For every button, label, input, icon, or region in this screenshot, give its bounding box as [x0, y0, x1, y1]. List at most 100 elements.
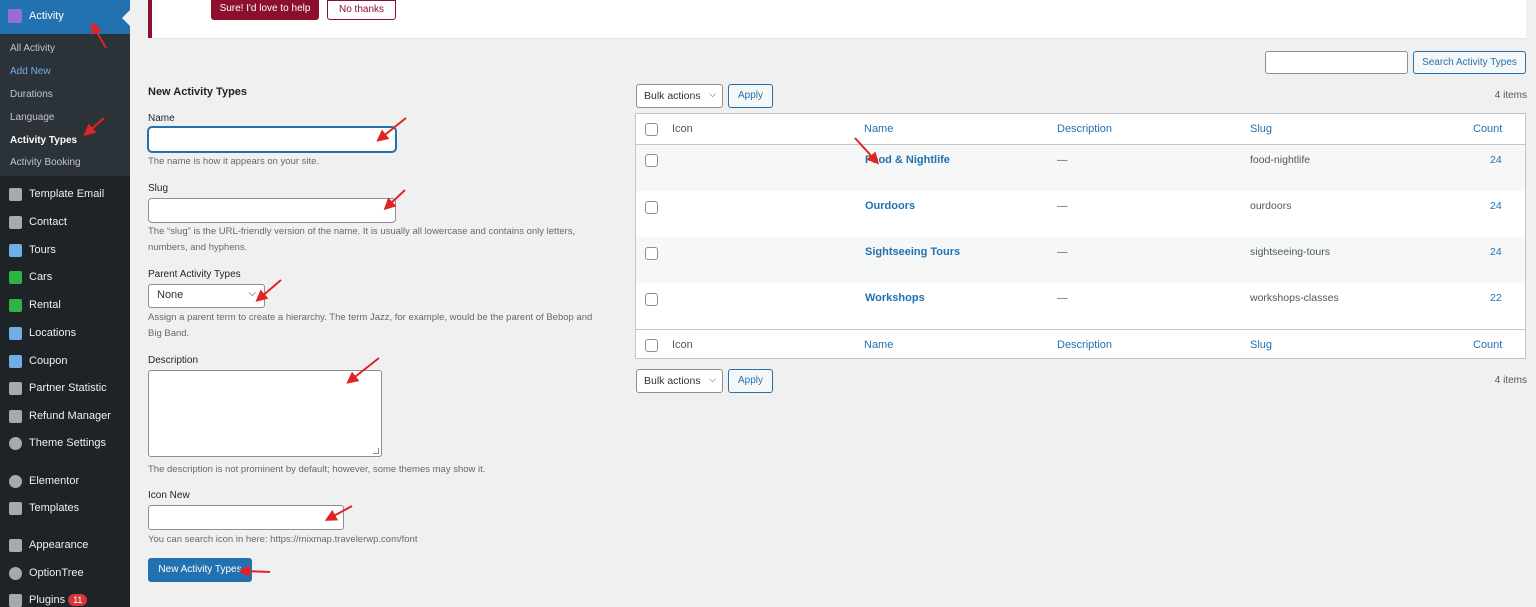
row-checkbox[interactable] — [645, 247, 658, 260]
bulk-actions-value: Bulk actions — [644, 90, 701, 102]
term-name-link[interactable]: Food & Nightlife — [865, 154, 950, 166]
sidebar-item-label: Theme Settings — [29, 437, 107, 449]
icon-input[interactable] — [148, 505, 344, 530]
form-heading: New Activity Types — [148, 86, 248, 98]
notice-dismiss-button[interactable]: No thanks — [327, 0, 396, 20]
notice-accept-button[interactable]: Sure! I'd love to help — [211, 0, 319, 20]
icon-label: Icon New — [148, 490, 190, 501]
row-checkbox[interactable] — [645, 154, 658, 167]
add-term-button[interactable]: New Activity Types — [148, 558, 252, 582]
sidebar-item-label: Locations — [29, 327, 77, 339]
sidebar-item-rental[interactable]: Rental — [0, 294, 130, 318]
submenu-activity-types[interactable]: Activity Types — [10, 135, 77, 146]
activity-icon — [8, 9, 22, 23]
plugin-icon — [9, 594, 22, 607]
term-description: — — [1057, 292, 1068, 304]
sidebar-item-label: Coupon — [29, 355, 68, 367]
parent-select[interactable]: None ⌵ — [148, 284, 265, 308]
sidebar-item-theme-settings[interactable]: Theme Settings — [0, 432, 130, 456]
term-count-link[interactable]: 22 — [1490, 292, 1502, 304]
admin-sidebar: Activity All Activity Add New Durations … — [0, 0, 130, 607]
sidebar-item-elementor[interactable]: Elementor — [0, 470, 130, 494]
tag-icon — [9, 355, 22, 368]
chevron-down-icon: ⌵ — [248, 288, 256, 299]
term-description: — — [1057, 246, 1068, 258]
column-slug[interactable]: Slug — [1250, 123, 1272, 135]
row-checkbox[interactable] — [645, 293, 658, 306]
column-count[interactable]: Count — [1473, 123, 1502, 135]
sidebar-item-optiontree[interactable]: OptionTree — [0, 562, 130, 586]
admin-notice: Sure! I'd love to help No thanks — [148, 0, 1526, 38]
term-slug: ourdoors — [1250, 200, 1292, 212]
column-name[interactable]: Name — [864, 123, 893, 135]
description-label: Description — [148, 355, 199, 366]
term-count-link[interactable]: 24 — [1490, 154, 1502, 166]
chevron-down-icon: ⌵ — [709, 374, 716, 384]
column-description[interactable]: Description — [1057, 339, 1112, 351]
column-count[interactable]: Count — [1473, 339, 1502, 351]
select-all-checkbox[interactable] — [645, 123, 658, 136]
slug-help: The “slug” is the URL-friendly version o… — [148, 226, 576, 253]
sidebar-item-partner-statistic[interactable]: Partner Statistic — [0, 377, 130, 401]
row-checkbox[interactable] — [645, 201, 658, 214]
table-header: Icon Name Description Slug Count — [636, 114, 1525, 145]
elementor-icon — [9, 475, 22, 488]
user-icon — [9, 382, 22, 395]
term-description: — — [1057, 200, 1068, 212]
slug-input[interactable] — [148, 198, 396, 223]
column-icon: Icon — [672, 123, 693, 135]
sidebar-item-locations[interactable]: Locations — [0, 322, 130, 346]
sidebar-item-label: Elementor — [29, 475, 80, 487]
term-slug: sightseeing-tours — [1250, 246, 1330, 258]
parent-help: Assign a parent term to create a hierarc… — [148, 312, 593, 339]
search-input[interactable] — [1265, 51, 1408, 74]
apply-button-top[interactable]: Apply — [728, 84, 773, 108]
table-footer: Icon Name Description Slug Count — [636, 329, 1525, 360]
apply-button-bottom[interactable]: Apply — [728, 369, 773, 393]
submenu-language[interactable]: Language — [10, 112, 55, 123]
slug-label: Slug — [148, 183, 169, 194]
items-count-top: 4 items — [1494, 90, 1527, 101]
submenu-durations[interactable]: Durations — [10, 89, 53, 100]
sidebar-item-tours[interactable]: Tours — [0, 239, 130, 263]
palm-tree-icon — [9, 244, 22, 257]
sidebar-item-contact[interactable]: Contact — [0, 211, 130, 235]
sidebar-item-appearance[interactable]: Appearance — [0, 534, 130, 558]
icon-help: You can search icon in here: https://mix… — [148, 534, 418, 545]
sidebar-item-refund-manager[interactable]: Refund Manager — [0, 405, 130, 429]
sidebar-item-label: OptionTree — [29, 567, 84, 579]
name-input[interactable] — [148, 127, 396, 152]
term-slug: food-nightlife — [1250, 154, 1311, 166]
sidebar-item-template-email[interactable]: Template Email — [0, 183, 130, 207]
parent-label: Parent Activity Types — [148, 269, 241, 280]
sidebar-item-label: Template Email — [29, 188, 105, 200]
column-description[interactable]: Description — [1057, 123, 1112, 135]
submenu-all-activity[interactable]: All Activity — [10, 43, 55, 54]
sidebar-item-plugins[interactable]: Plugins 11 — [0, 589, 130, 607]
description-textarea[interactable] — [148, 370, 382, 457]
optiontree-icon — [9, 567, 22, 580]
term-count-link[interactable]: 24 — [1490, 246, 1502, 258]
term-name-link[interactable]: Workshops — [865, 292, 925, 304]
name-help: The name is how it appears on your site. — [148, 156, 320, 167]
submenu-add-new[interactable]: Add New — [10, 66, 51, 77]
submenu-activity-booking[interactable]: Activity Booking — [10, 157, 81, 168]
term-count-link[interactable]: 24 — [1490, 200, 1502, 212]
select-all-checkbox-footer[interactable] — [645, 339, 658, 352]
sidebar-item-templates[interactable]: Templates — [0, 497, 130, 521]
sidebar-item-label: Refund Manager — [29, 410, 111, 422]
sidebar-item-activity[interactable]: Activity — [0, 0, 130, 34]
term-name-link[interactable]: Sightseeing Tours — [865, 246, 960, 258]
sidebar-item-coupon[interactable]: Coupon — [0, 350, 130, 374]
column-name[interactable]: Name — [864, 339, 893, 351]
bulk-actions-select-bottom[interactable]: Bulk actions ⌵ — [636, 369, 723, 393]
update-count-badge: 11 — [68, 594, 88, 606]
parent-select-value: None — [157, 289, 184, 301]
sidebar-item-cars[interactable]: Cars — [0, 266, 130, 290]
bulk-actions-select-top[interactable]: Bulk actions ⌵ — [636, 84, 723, 108]
term-name-link[interactable]: Ourdoors — [865, 200, 915, 212]
resize-handle-icon[interactable] — [373, 448, 379, 454]
search-button[interactable]: Search Activity Types — [1413, 51, 1526, 74]
table-row: Workshops — workshops-classes 22 — [636, 283, 1525, 329]
column-slug[interactable]: Slug — [1250, 339, 1272, 351]
